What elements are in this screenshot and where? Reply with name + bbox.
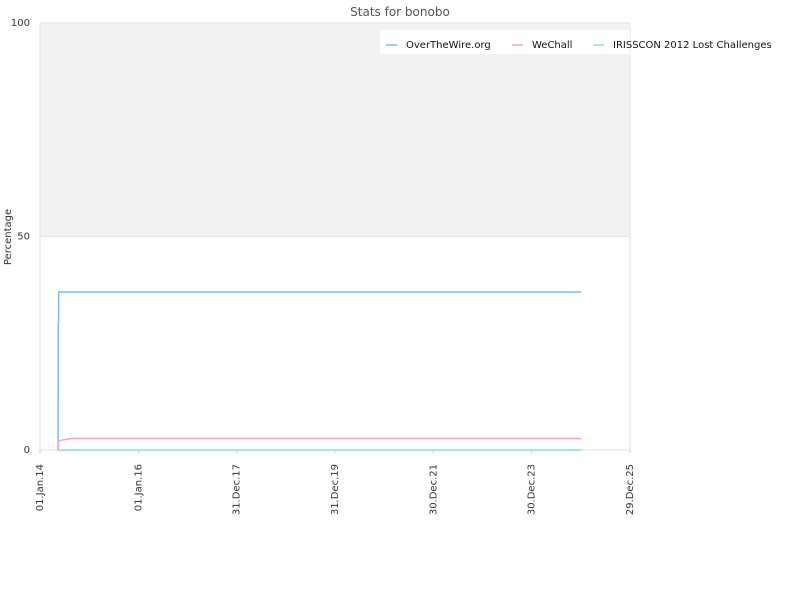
series-line-1: [57, 437, 582, 451]
legend-item-label: WeChall: [532, 40, 572, 51]
series-lines: [57, 291, 582, 451]
x-tick-label: 01.Jan.14: [35, 464, 46, 511]
x-tick-label: 31.Dec.19: [330, 464, 341, 515]
legend-item-label: IRISSCON 2012 Lost Challenges: [613, 40, 772, 51]
x-tick-label: 30.Dec.21: [428, 464, 439, 515]
y-axis-label: Percentage: [3, 209, 14, 265]
x-tick-label: 31.Dec.17: [232, 464, 243, 515]
legend: OverTheWire.org WeChall IRISSCON 2012 Lost…: [380, 30, 772, 54]
y-tick-label: 0: [24, 445, 30, 456]
x-tick-label: 29.Dec.25: [625, 464, 636, 515]
plot-upper-band: [40, 23, 630, 237]
y-tick-label: 100: [11, 18, 30, 29]
series-line-0: [57, 291, 582, 450]
legend-item-label: OverTheWire.org: [406, 40, 491, 51]
x-tick-label: 30.Dec.23: [527, 464, 538, 515]
chart-title: Stats for bonobo: [350, 5, 450, 19]
y-tick-label: 50: [17, 232, 30, 243]
x-tick-label: 01.Jan.16: [133, 464, 144, 511]
chart: Stats for bonobo Percentage 0 50 100 01.Jan…: [3, 5, 772, 515]
